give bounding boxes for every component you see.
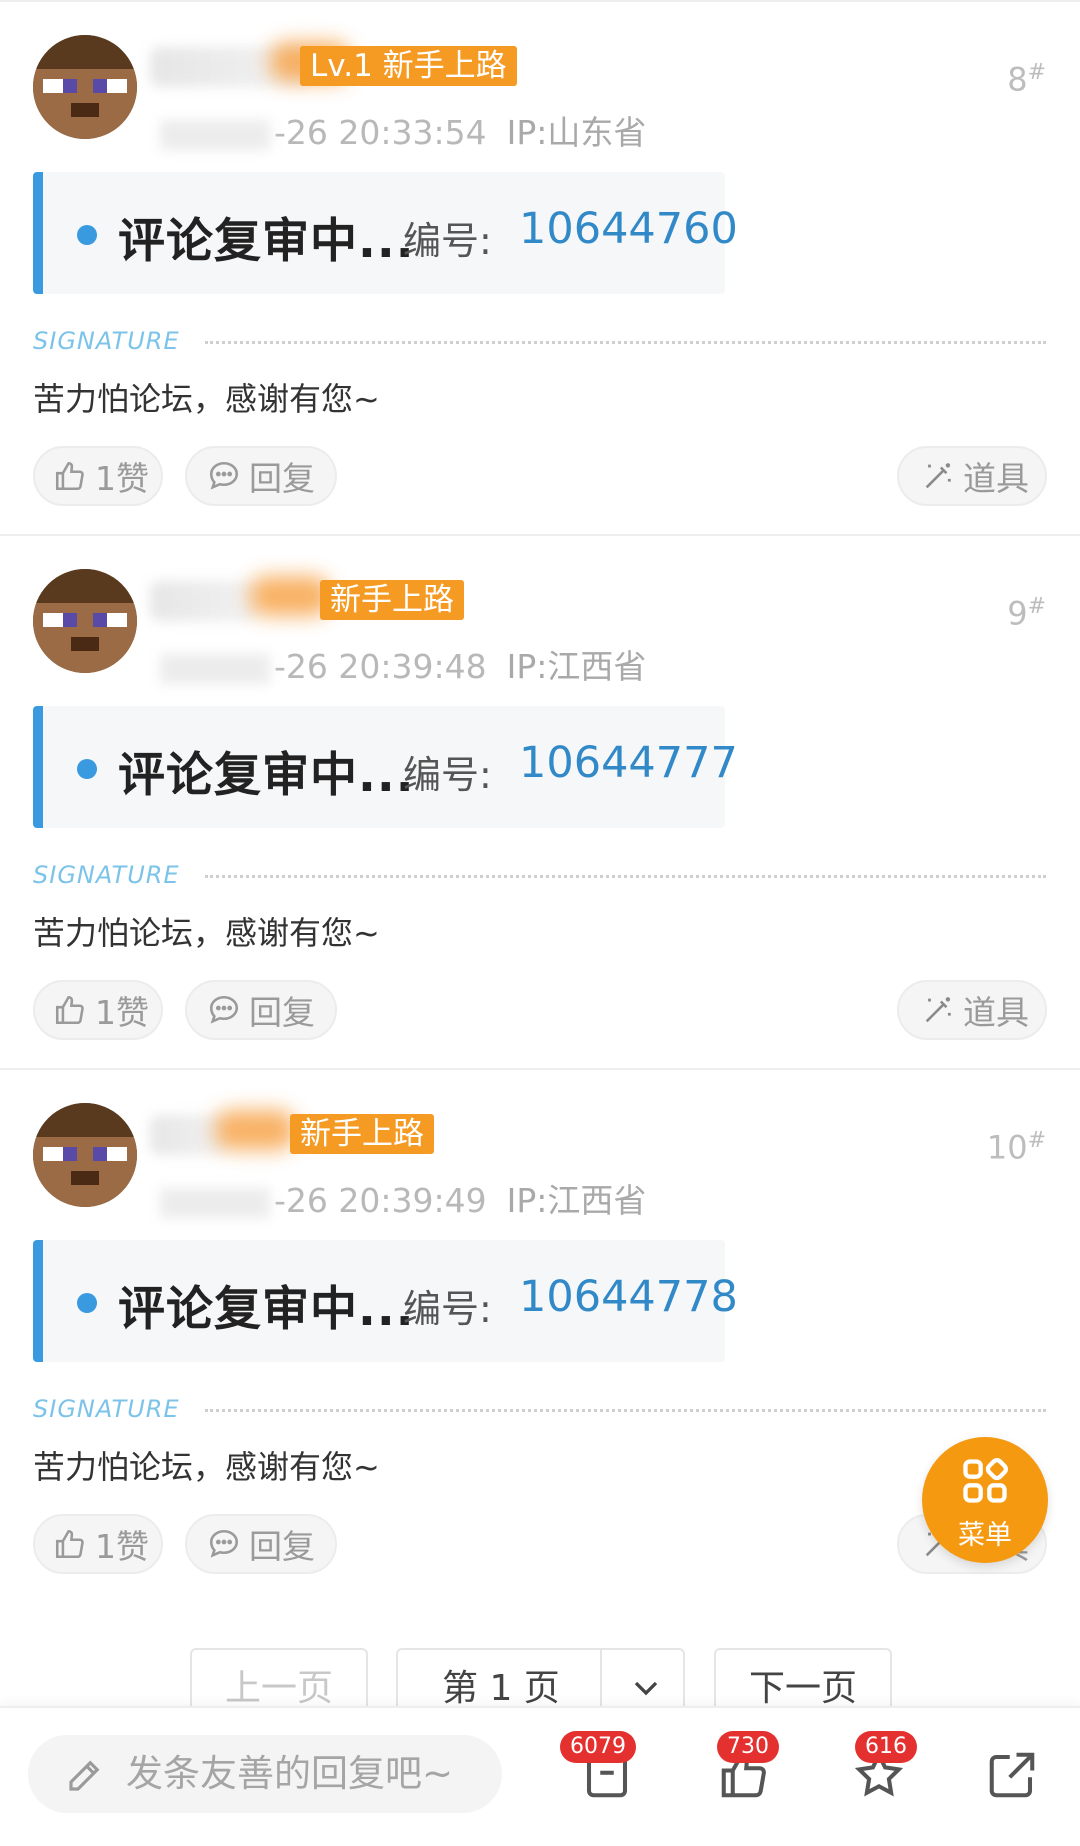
signature-label: SIGNATURE (33, 1395, 180, 1423)
signature-divider: SIGNATURE (33, 1395, 1046, 1425)
username-blurred[interactable] (150, 581, 260, 621)
reply-button[interactable]: 回复 (185, 446, 337, 506)
floor-value: 9 (1007, 594, 1028, 633)
current-page: 第 1 页 (442, 1668, 560, 1709)
floor-suffix: # (1027, 60, 1046, 85)
tools-button[interactable]: 道具 (897, 980, 1047, 1040)
pagination: 上一页 第 1 页 下一页 (0, 1605, 1080, 1728)
post-time: -26 20:33:54 (274, 113, 487, 152)
date-blurred (160, 119, 270, 150)
review-status: 评论复审中... (118, 1282, 415, 1337)
like-button[interactable]: 1赞 (33, 980, 163, 1040)
level-badge: Lv.1 新手上路 (300, 46, 517, 86)
reply-placeholder: 发条友善的回复吧~ (126, 1752, 454, 1795)
dotted-line (205, 875, 1046, 878)
signature-text: 苦力怕论坛，感谢有您~ (33, 380, 380, 418)
tools-label: 道具 (963, 459, 1029, 498)
review-number-label: 编号: (403, 753, 492, 797)
like-button[interactable]: 1赞 (33, 446, 163, 506)
like-button[interactable]: 1赞 (33, 1514, 163, 1574)
review-number: 10644778 (519, 1272, 738, 1322)
pencil-icon (69, 1760, 100, 1791)
signature-text: 苦力怕论坛，感谢有您~ (33, 914, 380, 952)
ip-location: IP:江西省 (506, 1181, 647, 1220)
badge-blur (215, 1110, 295, 1150)
review-number-label: 编号: (403, 1287, 492, 1331)
avatar[interactable] (33, 35, 137, 139)
date-blurred (160, 653, 270, 684)
review-status: 评论复审中... (118, 748, 415, 803)
level-badge: 新手上路 (290, 1114, 434, 1154)
share-icon (989, 1752, 1035, 1798)
thumbs-up-icon (55, 461, 84, 491)
status-dot (77, 759, 97, 779)
post-time: -26 20:39:49 (274, 1181, 487, 1220)
floor-number: 9# (1007, 594, 1046, 633)
reply-button[interactable]: 回复 (185, 1514, 337, 1574)
menu-label: 菜单 (958, 1520, 1012, 1551)
chevron-down-icon (634, 1681, 658, 1696)
signature-text: 苦力怕论坛，感谢有您~ (33, 1448, 380, 1486)
floor-value: 10 (986, 1128, 1028, 1167)
review-status: 评论复审中... (118, 214, 415, 269)
floor-value: 8 (1007, 60, 1028, 99)
signature-divider: SIGNATURE (33, 327, 1046, 357)
avatar[interactable] (33, 569, 137, 673)
reply-label: 回复 (249, 1527, 315, 1566)
floor-number: 8# (1007, 60, 1046, 99)
ip-location: IP:山东省 (506, 113, 647, 152)
post-card: 新手上路 9# -26 20:39:48 IP:江西省 评论复审中... 编号: … (0, 534, 1080, 1068)
post-meta: -26 20:39:49 IP:江西省 (160, 1174, 646, 1222)
post-time: -26 20:39:48 (274, 647, 487, 686)
tools-label: 道具 (963, 993, 1029, 1032)
share-button[interactable] (985, 1748, 1045, 1808)
review-status-box: 评论复审中... 编号: 10644777 (33, 706, 738, 828)
chat-bubble-icon (209, 1529, 239, 1558)
status-dot (77, 225, 97, 245)
grid-icon (963, 1457, 1009, 1503)
badge-blur (250, 576, 330, 616)
post-card: 新手上路 10# -26 20:39:49 IP:江西省 评论复审中... 编号:… (0, 1068, 1080, 1602)
reply-label: 回复 (249, 459, 315, 498)
tools-button[interactable]: 道具 (897, 446, 1047, 506)
favorites-count: 616 (855, 1731, 917, 1763)
menu-fab[interactable]: 菜单 (922, 1437, 1048, 1563)
like-label: 1赞 (95, 459, 149, 498)
post-card: Lv.1 新手上路 8# -26 20:33:54 IP:山东省 评论复审中...… (0, 0, 1080, 534)
like-label: 1赞 (95, 993, 149, 1032)
post-meta: -26 20:39:48 IP:江西省 (160, 640, 646, 688)
post-meta: -26 20:33:54 IP:山东省 (160, 106, 646, 154)
signature-divider: SIGNATURE (33, 861, 1046, 891)
floor-suffix: # (1027, 594, 1046, 619)
ip-location: IP:江西省 (506, 647, 647, 686)
likes-count: 730 (717, 1731, 779, 1763)
signature-label: SIGNATURE (33, 861, 180, 889)
review-number-label: 编号: (403, 219, 492, 263)
date-blurred (160, 1187, 270, 1218)
reply-label: 回复 (249, 993, 315, 1032)
magic-wand-icon (925, 463, 951, 489)
avatar[interactable] (33, 1103, 137, 1207)
review-number: 10644777 (519, 738, 738, 788)
thumbs-up-icon (55, 995, 84, 1025)
status-dot (77, 1293, 97, 1313)
floor-number: 10# (987, 1128, 1046, 1167)
signature-label: SIGNATURE (33, 327, 180, 355)
floor-suffix: # (1027, 1128, 1046, 1153)
review-status-box: 评论复审中... 编号: 10644760 (33, 172, 738, 294)
reply-input[interactable]: 发条友善的回复吧~ (28, 1735, 502, 1813)
reply-button[interactable]: 回复 (185, 980, 337, 1040)
bottom-action-bar: 发条友善的回复吧~ 6079 730 616 (0, 1706, 1080, 1846)
review-status-box: 评论复审中... 编号: 10644778 (33, 1240, 738, 1362)
magic-wand-icon (925, 997, 951, 1023)
thumbs-up-icon (55, 1529, 84, 1559)
like-label: 1赞 (95, 1527, 149, 1566)
dotted-line (205, 341, 1046, 344)
comments-count: 6079 (560, 1731, 636, 1763)
review-number: 10644760 (519, 204, 738, 254)
level-badge: 新手上路 (320, 580, 464, 620)
chat-bubble-icon (209, 995, 239, 1024)
chat-bubble-icon (209, 461, 239, 490)
dotted-line (205, 1409, 1046, 1412)
